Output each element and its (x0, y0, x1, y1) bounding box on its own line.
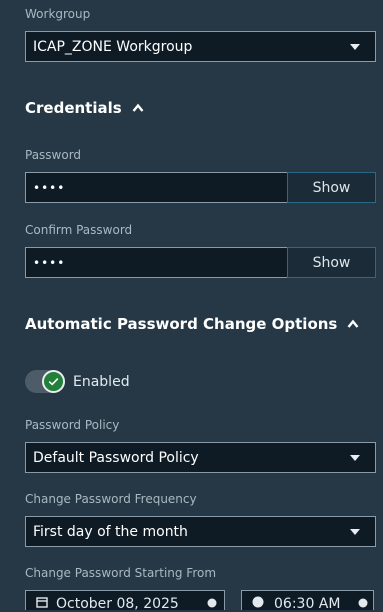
password-value: •••• (33, 180, 66, 195)
start-time-input[interactable]: 06:30 AM (241, 590, 374, 612)
chevron-down-icon (350, 528, 360, 535)
auto-change-section-header[interactable]: Automatic Password Change Options (25, 315, 359, 333)
credentials-section-header[interactable]: Credentials (25, 99, 144, 117)
clear-icon[interactable] (207, 598, 217, 608)
workgroup-value: ICAP_ZONE Workgroup (33, 38, 193, 55)
toggle-knob (42, 370, 65, 393)
frequency-select[interactable]: First day of the month (25, 516, 376, 547)
clock-icon (252, 596, 264, 608)
enabled-toggle[interactable] (25, 370, 65, 393)
start-time-value: 06:30 AM (274, 596, 341, 612)
checkmark-icon (48, 378, 59, 386)
credentials-title: Credentials (25, 99, 122, 117)
frequency-label: Change Password Frequency (25, 492, 197, 506)
confirm-password-value: •••• (33, 255, 66, 270)
confirm-password-input[interactable]: •••• (25, 247, 287, 278)
clear-icon[interactable] (358, 598, 368, 608)
chevron-down-icon (350, 454, 360, 461)
password-input[interactable]: •••• (25, 172, 287, 203)
starting-from-label: Change Password Starting From (25, 566, 217, 580)
password-policy-select[interactable]: Default Password Policy (25, 442, 376, 473)
start-date-input[interactable]: October 08, 2025 (25, 590, 225, 612)
chevron-up-icon (347, 319, 359, 328)
confirm-password-show-button[interactable]: Show (287, 247, 376, 278)
enabled-toggle-label: Enabled (73, 374, 130, 390)
workgroup-select[interactable]: ICAP_ZONE Workgroup (25, 31, 376, 62)
workgroup-label: Workgroup (25, 7, 91, 21)
confirm-password-label: Confirm Password (25, 223, 133, 237)
auto-change-title: Automatic Password Change Options (25, 315, 338, 333)
frequency-value: First day of the month (33, 523, 188, 540)
password-policy-value: Default Password Policy (33, 449, 199, 466)
password-label: Password (25, 148, 82, 162)
password-policy-label: Password Policy (25, 418, 120, 432)
start-date-value: October 08, 2025 (56, 596, 179, 612)
calendar-icon (36, 597, 48, 608)
chevron-up-icon (132, 103, 144, 112)
password-show-button[interactable]: Show (287, 172, 376, 203)
chevron-down-icon (350, 43, 360, 50)
